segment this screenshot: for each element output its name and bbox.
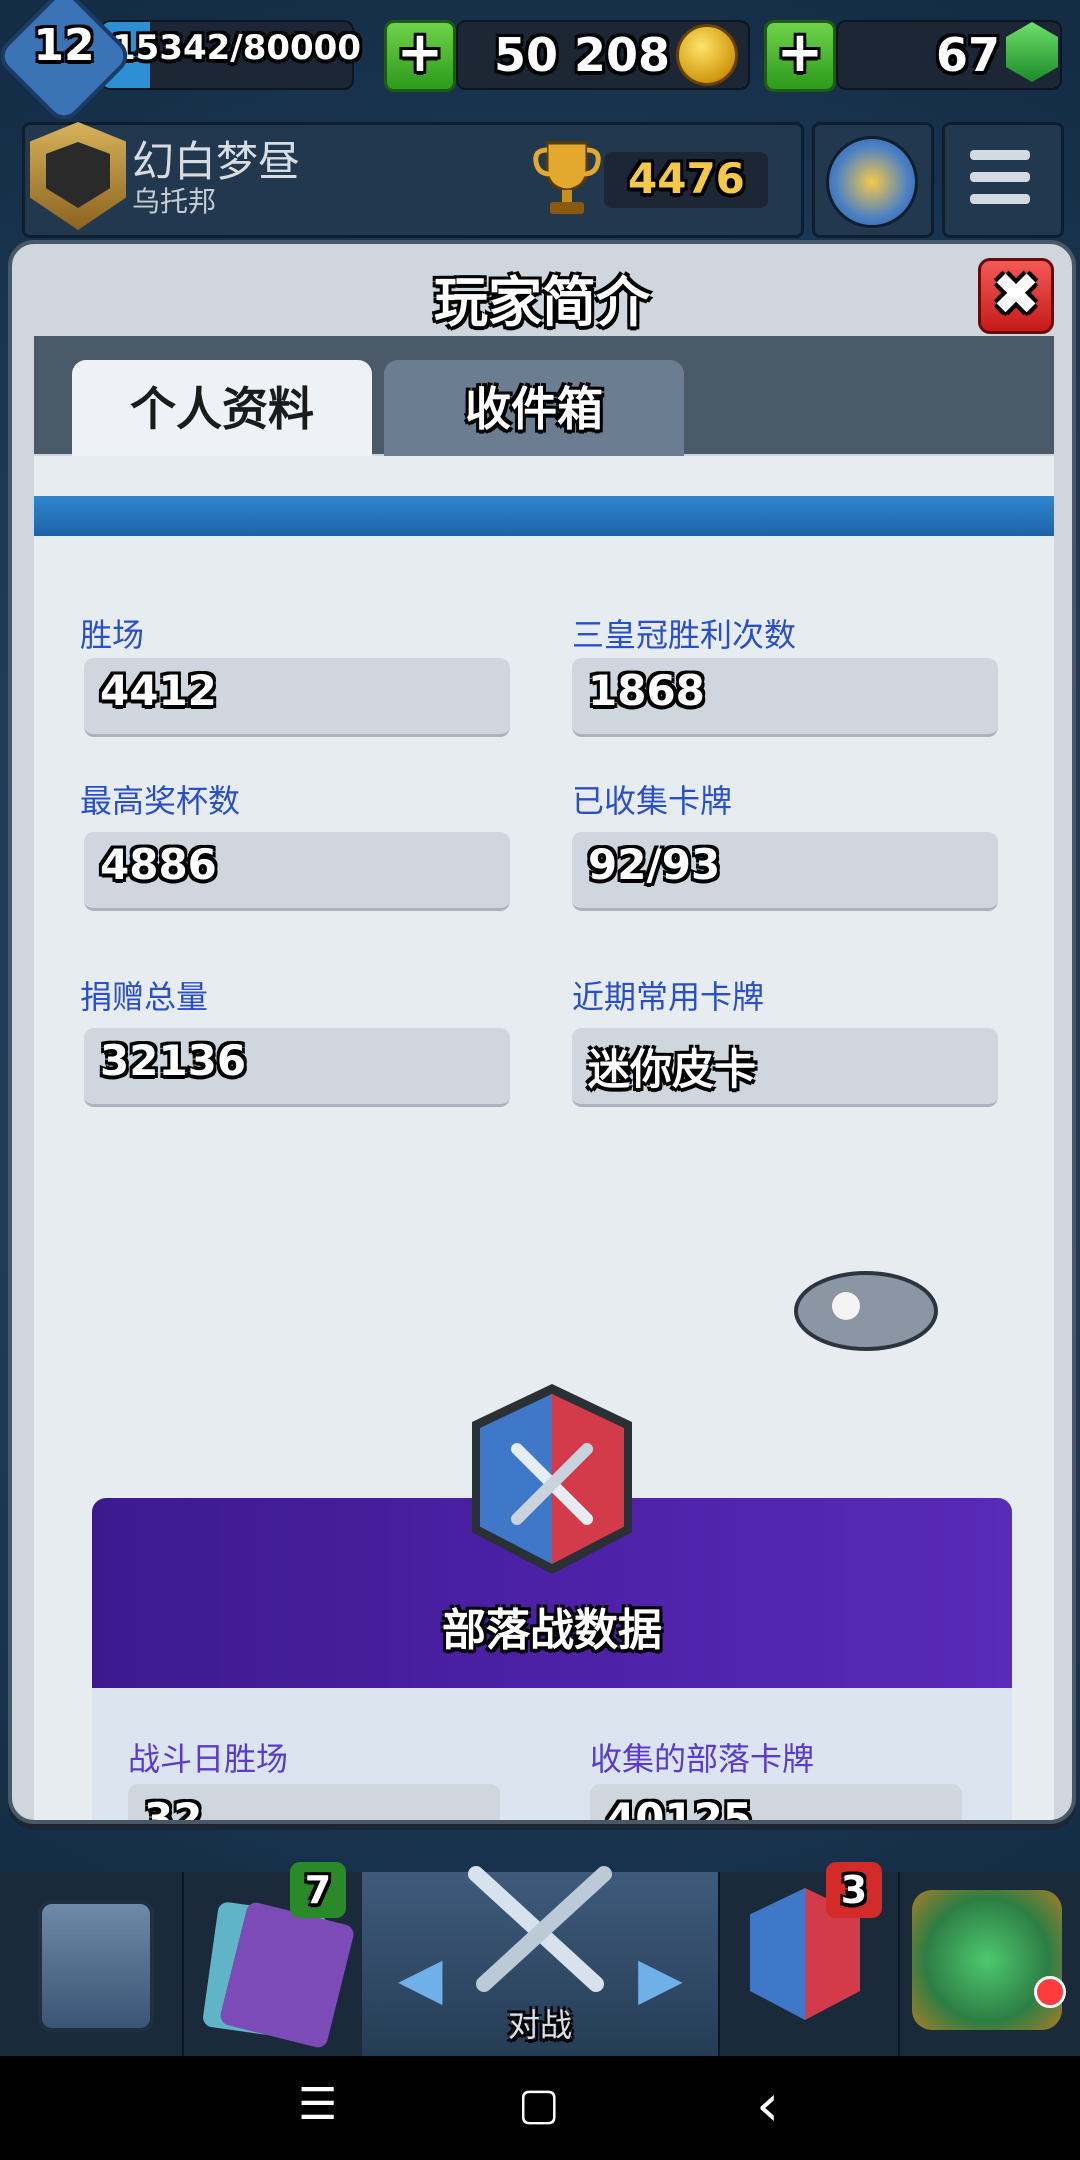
stat-label-donations: 捐赠总量 xyxy=(80,978,209,1016)
crossed-swords-icon xyxy=(511,1443,593,1525)
coins-count: 50 208 xyxy=(493,28,670,82)
stat-value-donations: 32136 xyxy=(100,1036,247,1085)
menu-icon xyxy=(970,150,1030,160)
clan-name: 乌托邦 xyxy=(132,185,217,218)
chest-icon xyxy=(38,1900,154,2032)
stat-box-donations: 32136 xyxy=(84,1028,510,1107)
back-nav-icon[interactable]: ‹ xyxy=(756,2076,779,2134)
menu-icon-line xyxy=(970,194,1030,204)
clan-war-box-day-wins: 32 xyxy=(128,1784,500,1824)
stat-value-favorite-card: 迷你皮卡 xyxy=(588,1045,757,1094)
cards-badge: 7 xyxy=(290,1862,346,1918)
home-nav-icon[interactable]: ▢ xyxy=(518,2080,560,2130)
stat-box-best-trophies: 4886 xyxy=(84,832,510,911)
clan-war-title: 部落战数据 xyxy=(442,1605,662,1656)
level-number: 12 xyxy=(33,20,95,71)
battle-swords-icon xyxy=(468,1866,612,1992)
stat-box-favorite-card: 迷你皮卡 xyxy=(572,1028,998,1107)
resource-bar: 15342/80000 12 + 50 208 + 67 xyxy=(0,0,1080,127)
stat-label-wins: 胜场 xyxy=(80,616,145,654)
stat-box-wins: 4412 xyxy=(84,658,510,737)
section-divider-band xyxy=(34,496,1054,536)
rocket-icon xyxy=(794,1271,938,1351)
stat-value-three-crown: 1868 xyxy=(588,666,705,715)
notification-dot xyxy=(1034,1976,1066,2008)
menu-icon-line xyxy=(970,172,1030,182)
stat-box-cards-found: 92/93 xyxy=(572,832,998,911)
stat-label-best-trophies: 最高奖杯数 xyxy=(80,782,241,820)
tab-inbox[interactable]: 收件箱 xyxy=(384,360,684,458)
trophy-icon xyxy=(533,141,601,214)
clan-war-label-day-wins: 战斗日胜场 xyxy=(128,1740,289,1778)
stat-value-wins: 4412 xyxy=(100,666,217,715)
close-button[interactable]: ✖ xyxy=(978,258,1054,334)
clan-war-box-cards-collected: 40125 xyxy=(590,1784,962,1824)
stat-label-three-crown: 三皇冠胜利次数 xyxy=(572,616,797,654)
gems-count: 67 xyxy=(935,28,1000,82)
menu-nav-icon[interactable]: ☰ xyxy=(298,2080,337,2130)
stat-label-favorite-card: 近期常用卡牌 xyxy=(572,978,765,1016)
clan-war-label-cards-collected: 收集的部落卡牌 xyxy=(590,1740,815,1778)
add-coins-button[interactable]: + xyxy=(384,20,456,92)
coin-icon xyxy=(676,24,738,86)
crown-icon xyxy=(826,136,918,228)
stat-value-cards-found: 92/93 xyxy=(588,840,721,889)
clan-war-value-day-wins: 32 xyxy=(144,1794,203,1824)
trophy-count: 4476 xyxy=(628,154,745,203)
dragon-tournament-icon xyxy=(912,1890,1062,2030)
modal-title: 玩家简介 xyxy=(434,271,650,334)
clan-badge: 3 xyxy=(826,1862,882,1918)
stat-value-best-trophies: 4886 xyxy=(100,840,217,889)
stat-label-cards-found: 已收集卡牌 xyxy=(572,782,733,820)
stat-box-three-crown: 1868 xyxy=(572,658,998,737)
tab-profile[interactable]: 个人资料 xyxy=(72,360,372,458)
xp-text: 15342/80000 xyxy=(112,28,361,68)
player-profile-modal: 玩家简介 ✖ 个人资料 收件箱 胜场 4412 最高奖杯数 4886 捐赠总量 … xyxy=(8,240,1076,1824)
battle-label: 对战 xyxy=(507,2006,572,2044)
add-gems-button[interactable]: + xyxy=(764,20,836,92)
clan-war-value-cards-collected: 40125 xyxy=(606,1794,753,1824)
